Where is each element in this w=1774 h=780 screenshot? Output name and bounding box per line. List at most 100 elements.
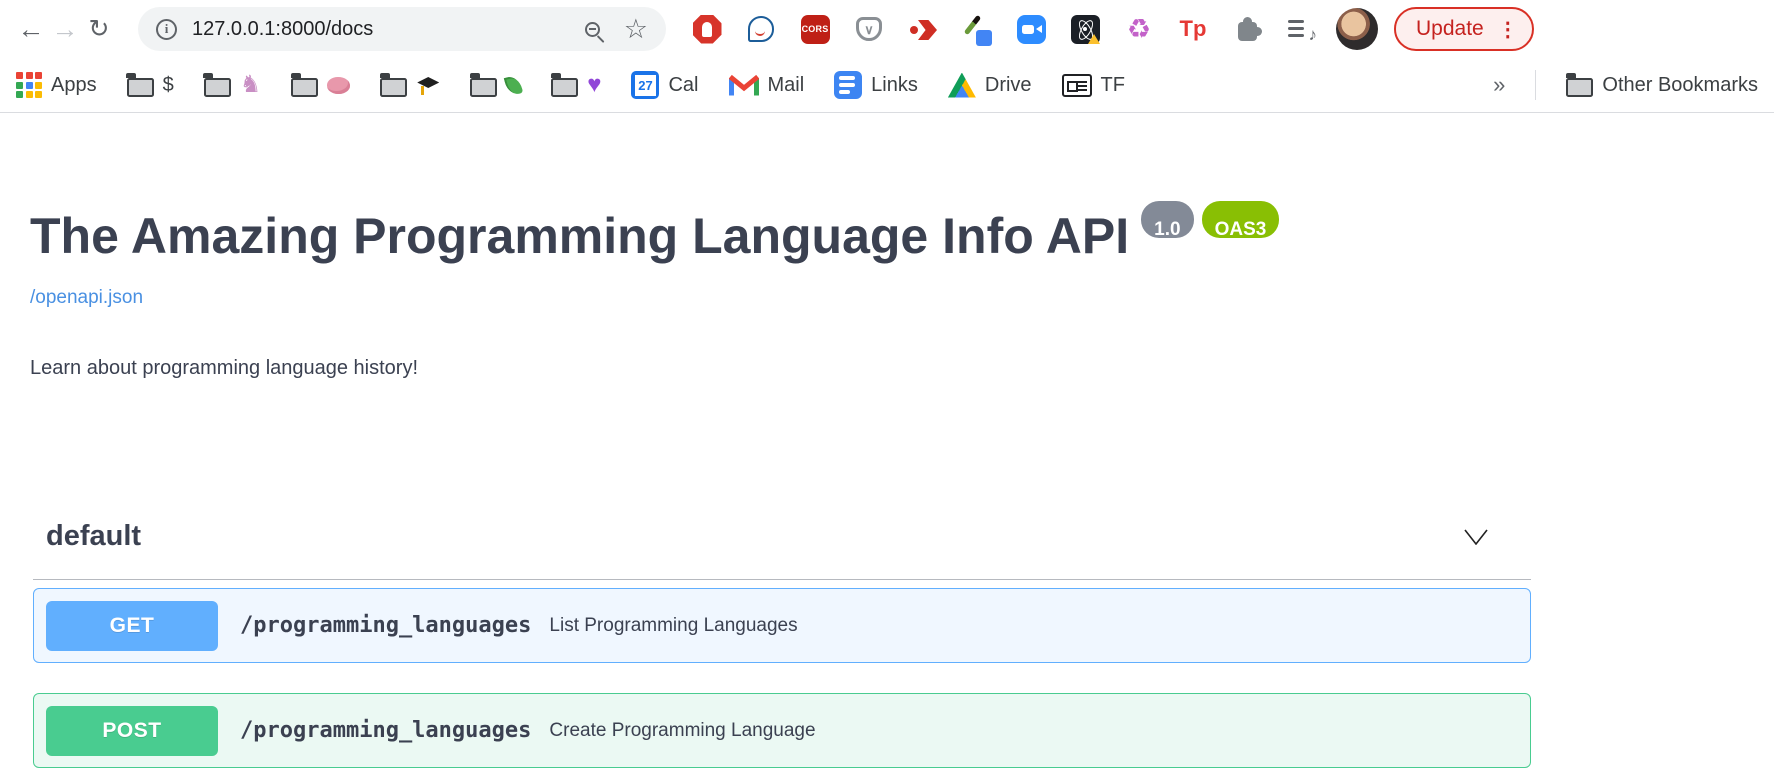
oas3-badge: OAS3 — [1202, 201, 1280, 238]
brain-emoji-icon — [327, 77, 350, 94]
warning-triangle-icon — [1088, 34, 1100, 44]
tag-title: default — [46, 520, 141, 553]
bookmark-links[interactable]: Links — [834, 71, 918, 99]
bookmark-calendar[interactable]: 27 Cal — [631, 71, 698, 99]
bookmark-apps[interactable]: Apps — [16, 72, 97, 98]
get-method-badge: GET — [46, 601, 218, 651]
links-label: Links — [871, 74, 918, 97]
bookmark-folder-graduation[interactable] — [380, 73, 440, 97]
kebab-menu-icon[interactable]: ⋮ — [1498, 17, 1518, 42]
apps-grid-icon — [16, 72, 42, 98]
red-arrow-icon — [909, 15, 937, 43]
profile-avatar[interactable] — [1336, 8, 1378, 50]
purple-heart-emoji-icon: ♥ — [587, 73, 601, 97]
bookmark-drive[interactable]: Drive — [948, 73, 1032, 98]
bookmark-star-icon[interactable]: ☆ — [624, 16, 648, 43]
reload-icon[interactable]: ↻ — [82, 14, 116, 44]
cors-extension-icon[interactable]: CORS — [800, 14, 830, 44]
eyedropper-icon — [962, 14, 992, 44]
card-form-icon — [1062, 74, 1092, 97]
teleparty-extension-icon[interactable]: Tp — [1178, 14, 1208, 44]
bookmark-tf[interactable]: TF — [1062, 74, 1125, 97]
bookmark-folder-brain[interactable] — [291, 73, 350, 97]
folder-icon — [291, 78, 318, 97]
react-atom-icon — [1071, 15, 1100, 44]
chevron-down-icon[interactable] — [1463, 529, 1489, 545]
eyedropper-extension-icon[interactable] — [962, 14, 992, 44]
playlist-icon: ♪ — [1287, 16, 1315, 42]
calendar-day: 27 — [635, 75, 656, 96]
adblock-hand-icon — [693, 15, 722, 44]
puzzle-icon — [1238, 22, 1257, 41]
folder-icon — [551, 78, 578, 97]
tf-label: TF — [1101, 74, 1125, 97]
apps-label: Apps — [51, 74, 97, 97]
google-drive-icon — [948, 73, 976, 98]
api-description: Learn about programming language history… — [30, 357, 1744, 380]
red-arrow-extension-icon[interactable] — [908, 14, 938, 44]
extensions-puzzle-icon[interactable] — [1232, 14, 1262, 44]
gmail-icon — [729, 74, 759, 97]
graduation-cap-emoji-icon — [416, 73, 440, 97]
links-list-icon — [834, 71, 862, 99]
endpoint-row-post[interactable]: POST /programming_languages Create Progr… — [33, 693, 1531, 768]
endpoint-summary: Create Programming Language — [549, 720, 815, 742]
herb-emoji-icon — [504, 74, 523, 96]
swagger-docs-page: The Amazing Programming Language Info AP… — [0, 201, 1774, 768]
pocket-shield-icon: ∨ — [856, 17, 882, 41]
zoom-meeting-extension-icon[interactable] — [1016, 14, 1046, 44]
bookmark-folder-carousel[interactable]: ♞ — [204, 73, 262, 97]
bookmark-mail[interactable]: Mail — [729, 74, 805, 97]
page-title: The Amazing Programming Language Info AP… — [30, 201, 1744, 265]
atom-dot — [1083, 27, 1087, 31]
extensions-row: CORS ∨ ♻ Tp ♪ — [692, 14, 1316, 44]
chrome-update-button[interactable]: Update ⋮ — [1394, 7, 1534, 51]
endpoint-path: /programming_languages — [240, 613, 531, 638]
pocket-extension-icon[interactable]: ∨ — [854, 14, 884, 44]
bookmarks-bar: Apps $ ♞ ♥ 27 Cal Mail — [0, 58, 1774, 113]
recycle-extension-icon[interactable]: ♻ — [1124, 14, 1154, 44]
bookmark-folder-herb[interactable] — [470, 73, 521, 97]
forward-icon[interactable]: → — [48, 14, 82, 45]
page-info-icon[interactable]: i — [156, 19, 177, 40]
tag-section-header[interactable]: default — [33, 520, 1531, 580]
browser-toolbar: ← → ↻ i 127.0.0.1:8000/docs ☆ CORS ∨ ♻ T… — [0, 0, 1774, 58]
api-title-text: The Amazing Programming Language Info AP… — [30, 208, 1129, 264]
folder-icon — [470, 78, 497, 97]
other-bookmarks[interactable]: Other Bookmarks — [1566, 73, 1758, 97]
chat-bubble-extension-icon[interactable] — [746, 14, 776, 44]
google-calendar-icon: 27 — [631, 71, 659, 99]
folder-icon — [204, 78, 231, 97]
recycle-icon: ♻ — [1127, 16, 1151, 43]
bookmarks-separator — [1535, 70, 1536, 100]
bookmark-folder-heart[interactable]: ♥ — [551, 73, 601, 97]
chat-bubble-icon — [748, 16, 774, 42]
drive-label: Drive — [985, 74, 1032, 97]
bookmark-folder-dollar[interactable]: $ — [127, 73, 174, 97]
carousel-horse-emoji-icon: ♞ — [240, 73, 262, 97]
bookmarks-overflow-chevron[interactable]: » — [1493, 72, 1505, 98]
default-tag-section: default GET /programming_languages List … — [33, 520, 1531, 768]
update-label: Update — [1416, 17, 1484, 41]
folder-label: $ — [163, 74, 174, 97]
zoom-out-icon[interactable] — [585, 22, 600, 37]
folder-icon — [380, 78, 407, 97]
endpoint-summary: List Programming Languages — [549, 615, 797, 637]
media-controls-icon[interactable]: ♪ — [1286, 14, 1316, 44]
react-devtools-extension-icon[interactable] — [1070, 14, 1100, 44]
folder-icon — [127, 78, 154, 97]
openapi-spec-link[interactable]: /openapi.json — [30, 287, 143, 309]
endpoint-path: /programming_languages — [240, 718, 531, 743]
other-bookmarks-label: Other Bookmarks — [1602, 74, 1758, 97]
adblock-extension-icon[interactable] — [692, 14, 722, 44]
cors-label: CORS — [801, 15, 830, 44]
cal-label: Cal — [668, 74, 698, 97]
post-method-badge: POST — [46, 706, 218, 756]
endpoint-row-get[interactable]: GET /programming_languages List Programm… — [33, 588, 1531, 663]
mail-label: Mail — [768, 74, 805, 97]
back-icon[interactable]: ← — [14, 14, 48, 45]
folder-icon — [1566, 78, 1593, 97]
video-camera-icon — [1017, 15, 1046, 44]
url-text[interactable]: 127.0.0.1:8000/docs — [192, 18, 373, 41]
address-bar[interactable]: i 127.0.0.1:8000/docs ☆ — [138, 7, 666, 51]
